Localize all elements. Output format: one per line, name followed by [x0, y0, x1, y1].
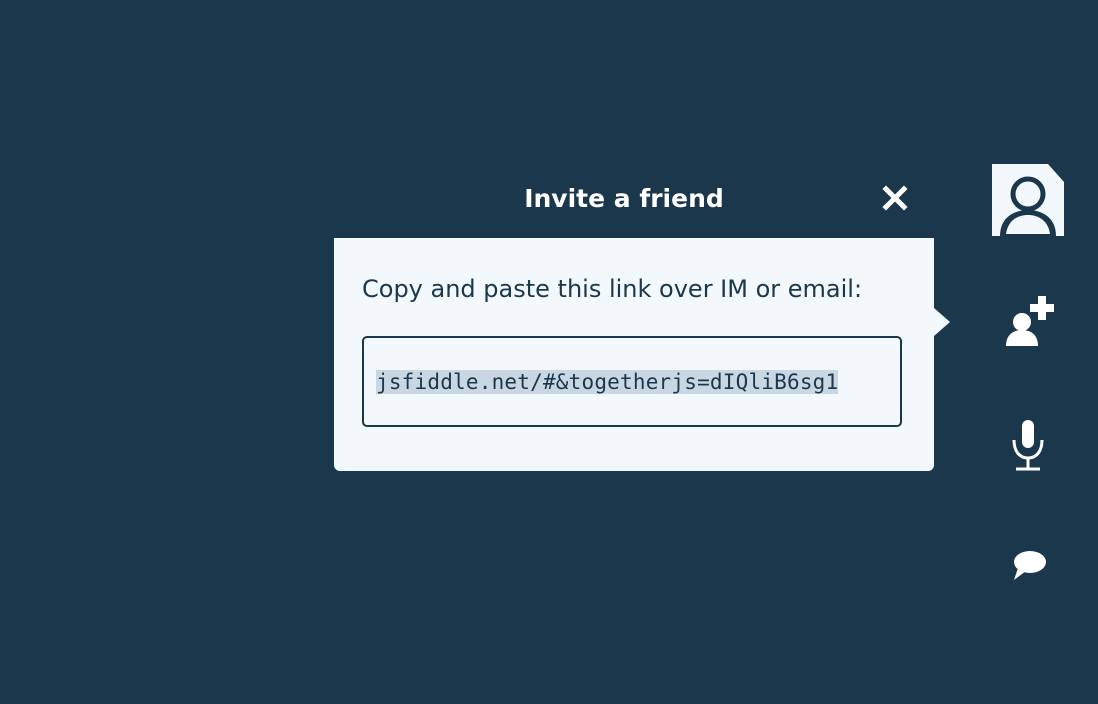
invite-instructions: Copy and paste this link over IM or emai… — [362, 275, 863, 303]
add-user-icon — [1006, 296, 1054, 346]
panel-pointer — [934, 308, 950, 336]
invite-user-button[interactable] — [992, 290, 1064, 350]
dialog-title: Invite a friend — [524, 184, 724, 213]
close-button[interactable] — [880, 183, 910, 213]
chat-button[interactable] — [992, 534, 1064, 594]
invite-link-text[interactable]: jsfiddle.net/#&togetherjs=dIQliB6sg1 — [376, 369, 839, 394]
invite-panel: Copy and paste this link over IM or emai… — [334, 238, 934, 471]
invite-link-field[interactable]: jsfiddle.net/#&togetherjs=dIQliB6sg1 — [362, 336, 902, 427]
user-avatar-icon — [992, 164, 1064, 236]
chat-bubble-icon — [1014, 551, 1046, 580]
microphone-icon — [1012, 420, 1044, 471]
close-x-icon — [882, 185, 908, 211]
audio-chat-button[interactable] — [992, 414, 1064, 474]
profile-avatar-button[interactable] — [992, 164, 1064, 236]
togetherjs-stage: Invite a friend Copy and paste this link… — [0, 0, 1098, 704]
